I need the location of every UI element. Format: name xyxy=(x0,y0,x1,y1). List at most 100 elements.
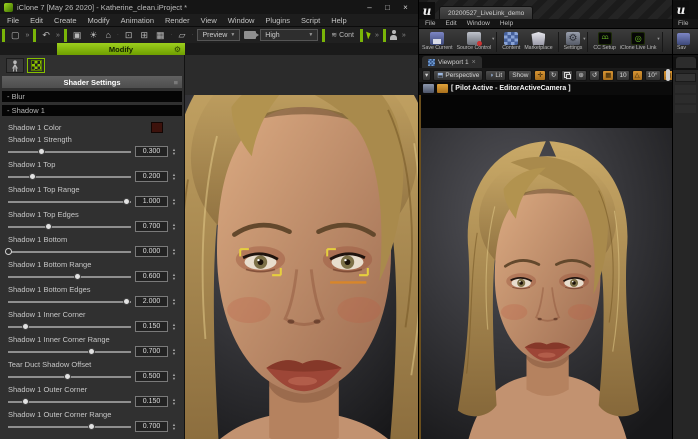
grid-snap-value[interactable]: 10 xyxy=(616,69,630,81)
details-row[interactable] xyxy=(675,105,696,113)
details-row[interactable] xyxy=(675,95,696,103)
grid-snap-icon[interactable]: ▦ xyxy=(602,69,615,81)
show-button[interactable]: Show xyxy=(508,69,533,81)
chevron-down-icon[interactable]: ▼ xyxy=(582,36,586,41)
slider-track[interactable] xyxy=(8,420,132,433)
lit-mode-button[interactable]: ◑ Lit xyxy=(485,69,507,81)
surface-snap-icon[interactable]: ↺ xyxy=(588,69,601,81)
move-tool-icon[interactable]: ✛ xyxy=(534,69,546,81)
slider-track[interactable] xyxy=(8,395,132,408)
slider-value[interactable]: 0.700 xyxy=(135,221,169,232)
slider-track[interactable] xyxy=(8,195,132,208)
maximize-button[interactable]: □ xyxy=(379,2,396,13)
content-button[interactable]: ≋ Cont xyxy=(329,29,356,42)
menu-item-help[interactable]: Help xyxy=(500,20,513,27)
slider-thumb[interactable] xyxy=(44,223,52,230)
spinner[interactable]: ▲ ▼ xyxy=(172,372,176,381)
project-tab[interactable]: 20200527_LiveLink_demo xyxy=(439,6,534,19)
source-control-button[interactable]: ▼ Source Control xyxy=(456,32,495,51)
slider-value[interactable]: 0.150 xyxy=(135,321,169,332)
home-view-icon[interactable]: ⌂ xyxy=(103,29,112,42)
scrollbar-thumb[interactable] xyxy=(666,69,670,81)
menu-item-view[interactable]: View xyxy=(201,16,217,25)
slider-value[interactable]: 2.000 xyxy=(135,296,169,307)
spinner[interactable]: ▲ ▼ xyxy=(172,422,176,431)
gear-icon[interactable]: ⚙ xyxy=(174,45,181,54)
snap-grid-icon[interactable]: ▦ xyxy=(154,29,167,42)
secondary-titlebar[interactable]: u xyxy=(673,0,698,19)
close-button[interactable]: × xyxy=(397,2,414,13)
slider-thumb[interactable] xyxy=(5,248,13,255)
spinner[interactable]: ▲ ▼ xyxy=(172,272,176,281)
section-blur[interactable]: - Blur xyxy=(2,91,182,102)
spin-down-icon[interactable]: ▼ xyxy=(172,401,176,406)
menu-item-plugins[interactable]: Plugins xyxy=(265,16,290,25)
spin-down-icon[interactable]: ▼ xyxy=(172,351,176,356)
more-icon[interactable]: » xyxy=(402,32,406,39)
marketplace-button[interactable]: Marketplace xyxy=(523,32,553,51)
menu-item-modify[interactable]: Modify xyxy=(88,16,110,25)
spinner[interactable]: ▲ ▼ xyxy=(172,297,176,306)
spin-down-icon[interactable]: ▼ xyxy=(172,426,176,431)
slider-track[interactable] xyxy=(8,270,132,283)
menu-item-help[interactable]: Help xyxy=(331,16,346,25)
light-icon[interactable]: ☀ xyxy=(87,29,99,42)
file-menu-item[interactable]: File xyxy=(673,19,698,29)
world-space-icon[interactable]: ⊕ xyxy=(575,69,587,81)
slider-track[interactable] xyxy=(8,145,132,158)
grid-icon[interactable]: ⊞ xyxy=(138,29,150,42)
unreal-titlebar[interactable]: u 20200527_LiveLink_demo xyxy=(419,0,672,19)
spinner[interactable]: ▲ ▼ xyxy=(172,247,176,256)
menu-item-file[interactable]: File xyxy=(425,20,435,27)
transform-gizmo-icon[interactable]: ▱ xyxy=(177,29,188,42)
spin-down-icon[interactable]: ▼ xyxy=(172,376,176,381)
layout-icon[interactable]: ▣ xyxy=(71,29,84,42)
menu-item-window[interactable]: Window xyxy=(467,20,490,27)
new-project-icon[interactable]: ▢ xyxy=(9,29,22,42)
chevron-down-icon[interactable]: ▼ xyxy=(657,36,661,41)
slider-thumb[interactable] xyxy=(38,148,46,155)
iclone-viewport[interactable] xyxy=(185,55,418,439)
iclone-live-link-button[interactable]: ▼iClone Live Link xyxy=(619,32,661,51)
slider-value[interactable]: 0.600 xyxy=(135,271,169,282)
search-field[interactable] xyxy=(675,73,696,82)
menu-item-animation[interactable]: Animation xyxy=(121,16,154,25)
character-render-iclone[interactable] xyxy=(185,95,418,439)
spin-down-icon[interactable]: ▼ xyxy=(172,251,176,256)
content-button[interactable]: Content xyxy=(501,32,521,51)
menu-item-edit[interactable]: Edit xyxy=(30,16,43,25)
spin-down-icon[interactable]: ▼ xyxy=(172,226,176,231)
spinner[interactable]: ▲ ▼ xyxy=(172,322,176,331)
slider-value[interactable]: 1.000 xyxy=(135,196,169,207)
quality-dropdown[interactable]: High ▼ xyxy=(260,29,319,41)
slider-thumb[interactable] xyxy=(123,298,131,305)
slider-track[interactable] xyxy=(8,220,132,233)
iclone-titlebar[interactable]: iClone 7 [May 26 2020] - Katherine_clean… xyxy=(0,0,418,14)
spin-down-icon[interactable]: ▼ xyxy=(172,276,176,281)
menu-item-create[interactable]: Create xyxy=(54,16,77,25)
spin-down-icon[interactable]: ▼ xyxy=(172,301,176,306)
slider-thumb[interactable] xyxy=(87,423,95,430)
menu-item-edit[interactable]: Edit xyxy=(445,20,456,27)
slider-value[interactable]: 0.700 xyxy=(135,346,169,357)
slider-track[interactable] xyxy=(8,170,132,183)
slider-thumb[interactable] xyxy=(74,273,82,280)
tab-material[interactable] xyxy=(27,58,45,73)
slider-value[interactable]: 0.700 xyxy=(135,421,169,432)
menu-item-window[interactable]: Window xyxy=(228,16,255,25)
shader-settings-header[interactable]: Shader Settings xyxy=(2,76,182,88)
slider-track[interactable] xyxy=(8,345,132,358)
slider-thumb[interactable] xyxy=(64,373,72,380)
camera-icon[interactable] xyxy=(244,31,260,39)
select-cursor-icon[interactable] xyxy=(366,30,372,40)
rotate-tool-icon[interactable]: ↻ xyxy=(547,69,560,81)
unreal-viewport[interactable] xyxy=(419,95,673,439)
slider-thumb[interactable] xyxy=(22,398,30,405)
viewport-options-button[interactable]: ▾ xyxy=(422,69,432,81)
render-mode-dropdown[interactable]: Preview ▼ xyxy=(197,29,241,41)
character-render-unreal[interactable] xyxy=(421,128,673,439)
slider-thumb[interactable] xyxy=(123,198,131,205)
tab-modify[interactable]: Modify ⚙ xyxy=(57,43,185,55)
close-tab-icon[interactable]: × xyxy=(472,59,476,66)
details-row[interactable] xyxy=(675,85,696,93)
